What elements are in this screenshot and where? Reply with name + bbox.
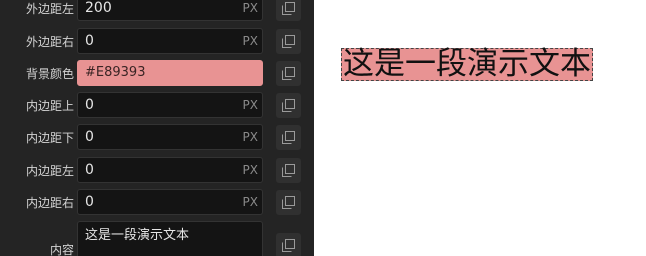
copy-icon: [282, 164, 295, 177]
padding-top-value: 0: [85, 97, 94, 113]
padding-bottom-unit: PX: [242, 130, 258, 144]
padding-top-row: 内边距上 0 PX: [0, 91, 314, 121]
content-copy-button[interactable]: [276, 233, 301, 256]
margin-left-unit: PX: [242, 1, 258, 15]
padding-bottom-value: 0: [85, 129, 94, 145]
margin-right-row: 外边距右 0 PX: [0, 27, 314, 57]
background-color-label: 背景颜色: [25, 67, 74, 81]
background-color-value: #E89393: [85, 65, 146, 80]
copy-icon: [282, 99, 295, 112]
content-row: 内容 这是一段演示文本: [0, 221, 314, 256]
content-label: 内容: [49, 243, 74, 256]
padding-top-unit: PX: [242, 98, 258, 112]
padding-right-value: 0: [85, 194, 94, 210]
padding-bottom-copy-button[interactable]: [276, 125, 301, 150]
padding-right-label: 内边距右: [25, 196, 74, 210]
property-panel: 外边距左 200 PX 外边距右 0 PX 背景颜色 #E89393 内边距上 …: [0, 0, 314, 256]
margin-right-unit: PX: [242, 34, 258, 48]
preview-text-element[interactable]: 这是一段演示文本: [341, 48, 593, 81]
background-color-input[interactable]: #E89393: [77, 60, 263, 86]
padding-top-label: 内边距上: [25, 99, 74, 113]
background-color-copy-button[interactable]: [276, 61, 301, 86]
copy-icon: [282, 196, 295, 209]
padding-bottom-input[interactable]: 0 PX: [77, 124, 263, 150]
content-textarea[interactable]: 这是一段演示文本: [77, 221, 263, 256]
margin-right-copy-button[interactable]: [276, 29, 301, 54]
margin-left-value: 200: [85, 0, 112, 16]
padding-bottom-label: 内边距下: [25, 131, 74, 145]
margin-left-row: 外边距左 200 PX: [0, 0, 314, 24]
padding-top-copy-button[interactable]: [276, 93, 301, 118]
copy-icon: [282, 67, 295, 80]
padding-bottom-row: 内边距下 0 PX: [0, 123, 314, 153]
padding-right-row: 内边距右 0 PX: [0, 188, 314, 218]
margin-right-label: 外边距右: [25, 35, 74, 49]
padding-right-copy-button[interactable]: [276, 190, 301, 215]
padding-left-copy-button[interactable]: [276, 158, 301, 183]
copy-icon: [282, 131, 295, 144]
padding-top-input[interactable]: 0 PX: [77, 92, 263, 118]
margin-left-input[interactable]: 200 PX: [77, 0, 263, 21]
padding-left-row: 内边距左 0 PX: [0, 156, 314, 186]
content-value: 这是一段演示文本: [85, 228, 190, 243]
padding-right-input[interactable]: 0 PX: [77, 189, 263, 215]
copy-icon: [282, 2, 295, 15]
padding-left-label: 内边距左: [25, 164, 74, 178]
padding-left-input[interactable]: 0 PX: [77, 157, 263, 183]
copy-icon: [282, 35, 295, 48]
background-color-row: 背景颜色 #E89393: [0, 59, 314, 89]
padding-right-unit: PX: [242, 195, 258, 209]
copy-icon: [282, 239, 295, 252]
margin-right-value: 0: [85, 33, 94, 49]
margin-left-label: 外边距左: [25, 2, 74, 16]
padding-left-unit: PX: [242, 163, 258, 177]
margin-right-input[interactable]: 0 PX: [77, 28, 263, 54]
padding-left-value: 0: [85, 162, 94, 178]
margin-left-copy-button[interactable]: [276, 0, 301, 21]
